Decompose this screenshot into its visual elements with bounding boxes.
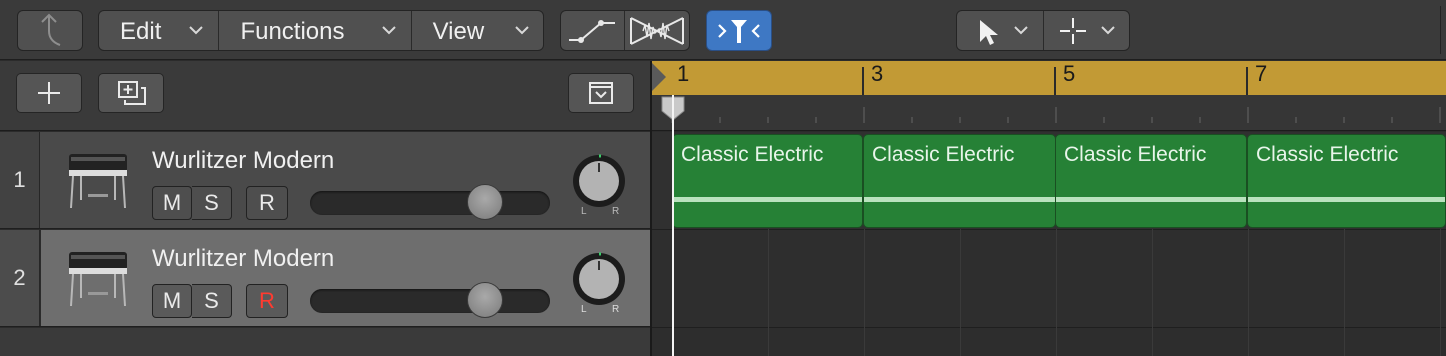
marquee-crosshair-icon: [1060, 18, 1086, 44]
bar-gridline: [1248, 229, 1249, 356]
functions-menu-label: Functions: [240, 18, 345, 45]
automation-button[interactable]: [561, 11, 624, 50]
edit-menu-label: Edit: [120, 18, 162, 45]
solo-button[interactable]: S: [192, 186, 232, 220]
bar-line: [1246, 67, 1248, 95]
edit-menu[interactable]: Edit: [99, 11, 218, 50]
region-name: Classic Electric: [681, 143, 824, 166]
add-track-button[interactable]: [16, 73, 82, 113]
volume-fader-knob[interactable]: [467, 184, 504, 220]
tool-group: [956, 10, 1130, 51]
track-number: 1: [0, 132, 40, 228]
beat-gridline: [1344, 229, 1345, 356]
track-header[interactable]: 2 Wurlitzer Modern M S R L R: [0, 230, 650, 327]
mute-button[interactable]: M: [152, 186, 192, 220]
plus-icon: [38, 82, 60, 104]
toolbar-divider: [1440, 6, 1441, 54]
electric-piano-icon: [69, 252, 127, 307]
track-name: Wurlitzer Modern: [152, 147, 335, 174]
global-tracks-button[interactable]: [568, 73, 634, 113]
bar-number-5: 5: [1063, 61, 1076, 86]
beat-ruler[interactable]: [652, 95, 1446, 131]
volume-fader-track[interactable]: [310, 289, 550, 313]
midi-region[interactable]: Classic Electric: [863, 134, 1056, 228]
bar-number-3: 3: [871, 61, 884, 86]
beat-gridline: [1152, 229, 1153, 356]
control-bar: Edit Functions View: [0, 0, 1446, 60]
midi-note: [1056, 197, 1246, 202]
bar-number-1: 1: [677, 61, 690, 86]
pan-left-label: L: [581, 206, 587, 216]
duplicate-track-icon: [118, 81, 146, 105]
bar-line: [1054, 67, 1056, 95]
track-list-empty-area[interactable]: [0, 328, 650, 356]
playhead-catch-icon: [718, 20, 760, 43]
chevron-down-icon: [1014, 26, 1028, 35]
volume-fader-knob[interactable]: [467, 282, 504, 318]
chevron-down-icon: [189, 26, 203, 35]
functions-menu[interactable]: Functions: [218, 11, 410, 50]
automation-group: [560, 10, 690, 51]
view-menu-label: View: [432, 18, 485, 45]
pan-knob[interactable]: L R: [571, 154, 627, 216]
bar-ruler[interactable]: 1 3 5 7: [652, 61, 1446, 95]
bar-line: [862, 67, 864, 95]
back-button[interactable]: [17, 10, 83, 51]
track-name: Wurlitzer Modern: [152, 245, 335, 272]
pan-right-label: R: [612, 206, 619, 216]
midi-region[interactable]: Classic Electric: [1247, 134, 1446, 228]
view-menu[interactable]: View: [410, 11, 543, 50]
midi-note: [864, 197, 1055, 202]
pointer-tool-icon: [980, 20, 998, 45]
bar-number-7: 7: [1255, 61, 1268, 86]
pointer-tool-menu[interactable]: [957, 11, 1043, 50]
midi-region[interactable]: Classic Electric: [672, 134, 863, 228]
track-number: 2: [0, 230, 40, 326]
back-arrow-icon: [41, 13, 61, 46]
region-name: Classic Electric: [1256, 143, 1399, 166]
beat-gridline: [960, 229, 961, 356]
bar-gridline: [864, 229, 865, 356]
record-enable-button[interactable]: R: [246, 284, 288, 318]
record-enable-button[interactable]: R: [246, 186, 288, 220]
flex-waveform-icon: [630, 17, 684, 45]
track-header-body: Wurlitzer Modern M S R L R: [41, 132, 650, 228]
beat-ticks: [671, 107, 1441, 123]
playhead[interactable]: [672, 95, 674, 356]
region-name: Classic Electric: [872, 143, 1015, 166]
pan-left-label: L: [581, 304, 587, 314]
chevron-down-icon: [514, 26, 529, 35]
track-header[interactable]: 1 Wurlitzer Modern M S R L R: [0, 132, 650, 229]
bar-gridline: [1056, 229, 1057, 356]
region-name: Classic Electric: [1064, 143, 1207, 166]
marquee-tool-menu[interactable]: [1043, 11, 1129, 50]
track-header-body: Wurlitzer Modern M S R L R: [41, 230, 650, 326]
track-header-toolbar: [0, 61, 650, 131]
chevron-down-icon: [382, 26, 397, 35]
catch-playhead-button[interactable]: [706, 10, 772, 51]
beat-gridline: [768, 229, 769, 356]
pan-knob[interactable]: L R: [571, 252, 627, 314]
automation-curve-icon: [569, 20, 615, 43]
solo-button[interactable]: S: [192, 284, 232, 318]
duplicate-track-button[interactable]: [98, 73, 164, 113]
mute-button[interactable]: M: [152, 284, 192, 318]
cycle-start-marker-icon: [652, 63, 666, 91]
midi-region[interactable]: Classic Electric: [1055, 134, 1247, 228]
bar-gridline: [1440, 229, 1441, 356]
pan-right-label: R: [612, 304, 619, 314]
flex-button[interactable]: [624, 11, 689, 50]
global-tracks-icon: [589, 82, 613, 104]
tracks-area[interactable]: Classic Electric Classic Electric Classi…: [652, 132, 1446, 356]
menu-group: Edit Functions View: [98, 10, 544, 51]
midi-note: [1248, 197, 1445, 202]
lane-separator: [652, 327, 1446, 328]
electric-piano-icon: [69, 154, 127, 209]
volume-fader-track[interactable]: [310, 191, 550, 215]
track-lane[interactable]: [652, 230, 1446, 327]
chevron-down-icon: [1101, 26, 1115, 35]
midi-note: [673, 197, 862, 202]
